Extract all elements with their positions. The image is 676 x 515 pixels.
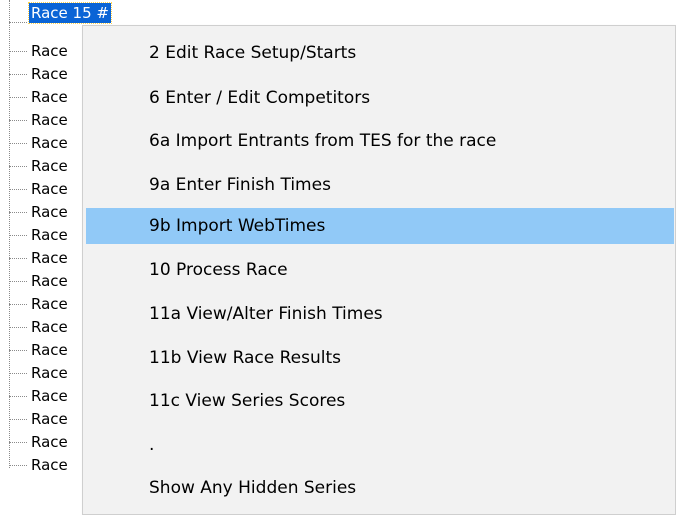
menu-item-process-race[interactable]: 10 Process Race (86, 252, 674, 288)
menu-item-import-entrants-tes[interactable]: 6a Import Entrants from TES for the race (86, 123, 674, 159)
tree-item-race-15[interactable]: Race 15 # (0, 2, 112, 33)
tree-item-label[interactable]: Race (29, 432, 70, 452)
tree-item-race[interactable]: Race (0, 155, 90, 177)
tree-item-race[interactable]: Race (0, 362, 90, 384)
tree-branch-line (9, 120, 27, 121)
tree-item-label[interactable]: Race (29, 110, 70, 130)
tree-item-label[interactable]: Race (29, 363, 70, 383)
tree-branch-line (9, 304, 27, 305)
tree-branch-line (9, 166, 27, 167)
tree-item-race[interactable]: Race (0, 132, 90, 154)
context-menu: 2 Edit Race Setup/Starts 6 Enter / Edit … (82, 25, 676, 515)
tree-branch-line (9, 51, 27, 52)
tree-item-label[interactable]: Race (29, 64, 70, 84)
tree-branch-line (9, 212, 27, 213)
tree-item-race[interactable]: Race (0, 86, 90, 108)
tree-item-label[interactable]: Race (29, 156, 70, 176)
tree-item-race[interactable]: Race (0, 109, 90, 131)
tree-item-label[interactable]: Race (29, 179, 70, 199)
menu-item-view-race-results[interactable]: 11b View Race Results (86, 340, 674, 376)
tree-branch-line (9, 442, 27, 443)
tree-branch-line (9, 22, 27, 23)
tree-item-race[interactable]: Race (0, 454, 90, 476)
tree-branch-line (9, 373, 27, 374)
tree-item-label[interactable]: Race (29, 87, 70, 107)
menu-item-view-alter-finish-times[interactable]: 11a View/Alter Finish Times (86, 296, 674, 332)
tree-item-label[interactable]: Race (29, 133, 70, 153)
tree-item-race[interactable]: Race (0, 63, 90, 85)
menu-item-edit-race-setup[interactable]: 2 Edit Race Setup/Starts (86, 35, 674, 71)
tree-item-label[interactable]: Race (29, 340, 70, 360)
tree-branch-line (9, 419, 27, 420)
tree-item-race[interactable]: Race (0, 431, 90, 453)
race-tree: Race 15 # Race Race Race Race Race Race … (0, 0, 112, 515)
tree-item-race[interactable]: Race (0, 178, 90, 200)
tree-branch-line (9, 189, 27, 190)
tree-item-race[interactable]: Race (0, 247, 90, 269)
menu-item-import-webtimes[interactable]: 9b Import WebTimes (86, 208, 674, 244)
tree-branch-line (9, 396, 27, 397)
tree-item-label[interactable]: Race (29, 386, 70, 406)
tree-item-label[interactable]: Race (29, 317, 70, 337)
tree-branch-line (9, 281, 27, 282)
tree-branch-line (9, 350, 27, 351)
tree-item-label[interactable]: Race (29, 455, 70, 475)
tree-branch-line (9, 465, 27, 466)
tree-branch-line (9, 235, 27, 236)
tree-item-label[interactable]: Race (29, 271, 70, 291)
tree-item-race[interactable]: Race (0, 224, 90, 246)
menu-item-enter-edit-competitors[interactable]: 6 Enter / Edit Competitors (86, 80, 674, 116)
menu-item-dot[interactable]: . (86, 427, 674, 463)
tree-item-label[interactable]: Race (29, 409, 70, 429)
tree-item-race[interactable]: Race (0, 201, 90, 223)
tree-item-race[interactable]: Race (0, 339, 90, 361)
tree-item-label[interactable]: Race 15 # (28, 2, 112, 24)
menu-item-enter-finish-times[interactable]: 9a Enter Finish Times (86, 167, 674, 203)
tree-branch-line (9, 97, 27, 98)
tree-item-label[interactable]: Race (29, 202, 70, 222)
tree-item-race[interactable]: Race (0, 385, 90, 407)
tree-item-race[interactable]: Race (0, 408, 90, 430)
tree-branch-line (9, 258, 27, 259)
tree-item-label[interactable]: Race (29, 225, 70, 245)
tree-item-label[interactable]: Race (29, 294, 70, 314)
tree-branch-line (9, 74, 27, 75)
tree-item-race[interactable]: Race (0, 40, 90, 62)
tree-item-label[interactable]: Race (29, 248, 70, 268)
tree-item-race[interactable]: Race (0, 293, 90, 315)
tree-branch-line (9, 143, 27, 144)
menu-item-view-series-scores[interactable]: 11c View Series Scores (86, 383, 674, 419)
tree-branch-line (9, 327, 27, 328)
tree-item-label[interactable]: Race (29, 41, 70, 61)
menu-item-show-hidden-series[interactable]: Show Any Hidden Series (86, 470, 674, 506)
tree-item-race[interactable]: Race (0, 316, 90, 338)
tree-item-race[interactable]: Race (0, 270, 90, 292)
